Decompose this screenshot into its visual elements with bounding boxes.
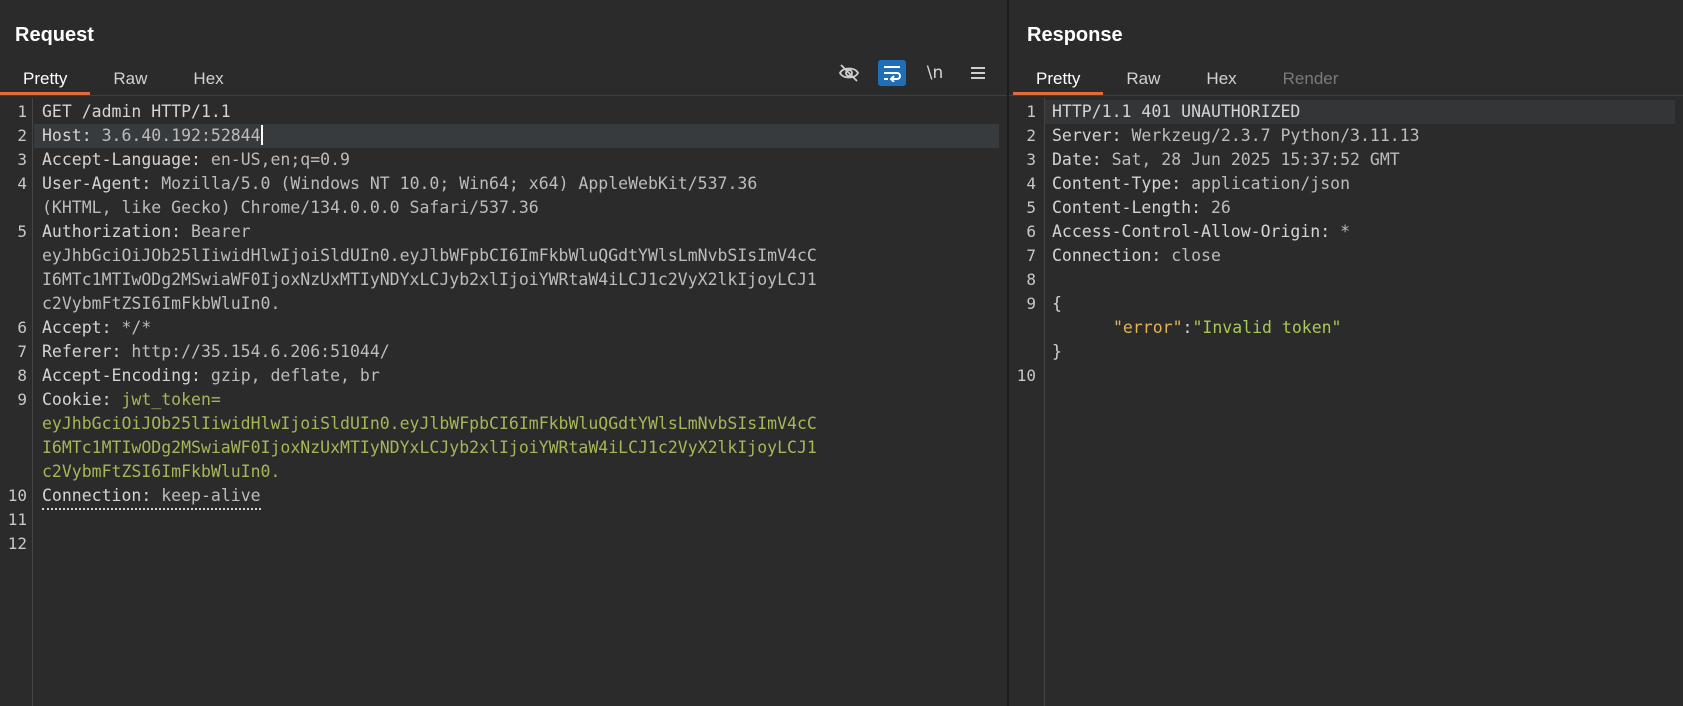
response-tab-hex[interactable]: Hex [1183, 64, 1259, 95]
response-line: 8 [1026, 270, 1036, 289]
response-pane: Response Pretty Raw Hex Render 1 HTTP/1.1… [1009, 0, 1683, 706]
response-tab-render: Render [1282, 69, 1339, 88]
response-tab-raw[interactable]: Raw [1103, 64, 1183, 95]
request-line: 8 Accept-Encoding: gzip, deflate, br [17, 366, 380, 385]
request-line: 4 User-Agent: Mozilla/5.0 (Windows NT 10.… [17, 174, 758, 193]
request-line: 7 Referer: http://35.154.6.206:51044/ [17, 342, 390, 361]
response-line: "error":"Invalid token" [1113, 318, 1342, 337]
request-tab-pretty[interactable]: Pretty [0, 64, 91, 95]
response-editor[interactable]: 1 HTTP/1.1 401 UNAUTHORIZED 2 Server: Werk… [1009, 98, 1683, 706]
request-line: eyJhbGciOiJOb25lIiwidHlwIjoiSldUIn0.eyJl… [42, 246, 817, 265]
eye-slash-icon[interactable] [835, 60, 863, 86]
request-line: I6MTc1MTIwODg2MSwiaWF0IjoxNzUxMTIyNDYxLC… [42, 270, 817, 289]
response-line: 3 Date: Sat, 28 Jun 2025 15:37:52 GMT [1026, 150, 1400, 169]
text-caret [260, 125, 263, 145]
request-line: (KHTML, like Gecko) Chrome/134.0.0.0 Saf… [42, 198, 539, 217]
request-line: c2VybmFtZSI6ImFkbWluIn0. [42, 294, 281, 313]
response-title: Response [1027, 24, 1123, 46]
request-line: eyJhbGciOiJOb25lIiwidHlwIjoiSldUIn0.eyJl… [42, 414, 817, 433]
request-line: c2VybmFtZSI6ImFkbWluIn0. [42, 462, 281, 481]
request-title: Request [15, 24, 94, 46]
request-line: 5 Authorization: Bearer [17, 222, 251, 241]
request-tab-raw[interactable]: Raw [90, 64, 170, 95]
request-tabs: Pretty Raw Hex [0, 64, 247, 96]
response-line: 6 Access-Control-Allow-Origin: * [1026, 222, 1351, 241]
response-tab-pretty[interactable]: Pretty [1013, 64, 1104, 95]
response-line: 5 Content-Length: 26 [1026, 198, 1231, 217]
request-line: 12 [7, 534, 27, 553]
response-line: 7 Connection: close [1026, 246, 1221, 265]
response-line: 10 [1016, 366, 1036, 385]
request-tab-hex[interactable]: Hex [170, 64, 246, 95]
request-line: 6 Accept: */* [17, 318, 152, 337]
response-line: 9{ [1026, 294, 1062, 313]
request-line: 10 Connection: keep-alive [0, 484, 999, 510]
request-tab-divider [0, 95, 1007, 96]
menu-icon[interactable] [964, 60, 992, 86]
newline-icon[interactable]: \n [921, 60, 949, 86]
response-line-current: 1 HTTP/1.1 401 UNAUTHORIZED [1026, 100, 1675, 124]
response-line: } [1052, 342, 1062, 361]
request-line: 11 [7, 510, 27, 529]
response-line: 4 Content-Type: application/json [1026, 174, 1351, 193]
response-line: 2 Server: Werkzeug/2.3.7 Python/3.11.13 [1026, 126, 1420, 145]
request-pane: Request Pretty Raw Hex \n 1 GET /admin HT… [0, 0, 1007, 706]
request-toolbar: \n [820, 60, 992, 86]
request-line: 1 GET /admin HTTP/1.1 [17, 102, 231, 121]
wrap-icon[interactable] [878, 60, 906, 86]
response-tab-divider [1009, 95, 1683, 96]
request-line: I6MTc1MTIwODg2MSwiaWF0IjoxNzUxMTIyNDYxLC… [42, 438, 817, 457]
request-editor[interactable]: 1 GET /admin HTTP/1.1 2 Host: 3.6.40.192:5… [0, 98, 1007, 706]
response-tabs: Pretty Raw Hex Render [1013, 64, 1361, 96]
request-line: 3 Accept-Language: en-US,en;q=0.9 [17, 150, 350, 169]
request-line: 9 Cookie: jwt_token= [17, 390, 221, 409]
request-line-current: 2 Host: 3.6.40.192:52844 [17, 124, 999, 148]
